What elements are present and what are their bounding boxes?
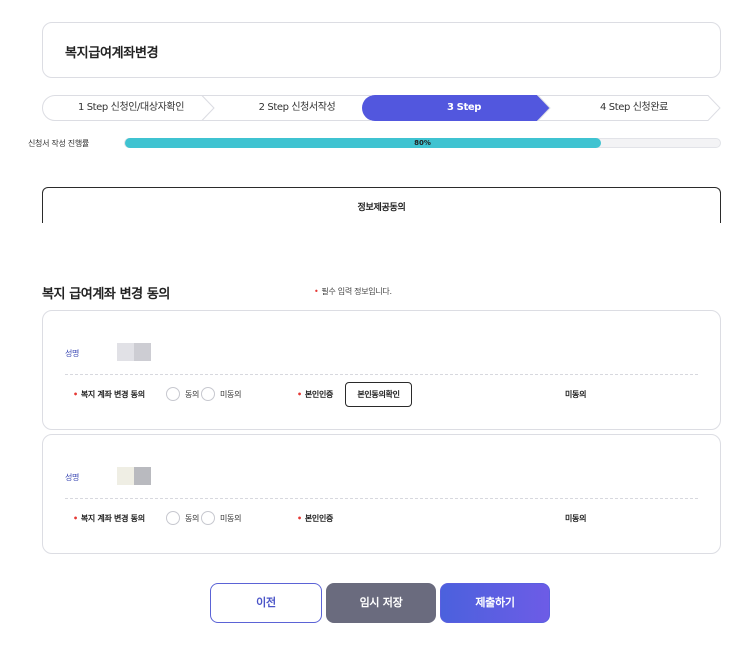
required-dot: • — [297, 390, 302, 399]
required-note: • 필수 입력 정보입니다. — [314, 286, 392, 297]
masked-name — [117, 467, 151, 485]
name-label: 성명 — [65, 473, 80, 482]
identity-label-text: 본인인증 — [304, 514, 334, 523]
required-dot: • — [297, 514, 302, 523]
disagree-radio[interactable] — [201, 387, 215, 401]
identity-label: • 본인인증 — [297, 513, 333, 524]
person-consent-card: 성명 • 복지 계좌 변경 동의 동의 미동의 • 본인인증 본인동의확인 미동의 — [42, 310, 721, 430]
page-title-card: 복지급여계좌변경 — [42, 22, 721, 78]
required-dot: • — [314, 287, 319, 296]
prev-button[interactable]: 이전 — [210, 583, 322, 623]
agree-radio[interactable] — [166, 511, 180, 525]
verify-consent-button[interactable]: 본인동의확인 — [345, 382, 412, 407]
name-label: 성명 — [65, 349, 80, 358]
consent-section-title: 복지 급여계좌 변경 동의 — [42, 287, 170, 302]
required-note-text: 필수 입력 정보입니다. — [321, 287, 392, 296]
identity-label-text: 본인인증 — [304, 390, 334, 399]
consent-status: 미동의 — [565, 390, 587, 399]
progress-text: 80% — [414, 139, 431, 147]
disagree-label[interactable]: 미동의 — [220, 513, 241, 524]
divider — [65, 498, 698, 499]
identity-label: • 본인인증 — [297, 389, 333, 400]
step-1: 1 Step 신청인/대상자확인 — [77, 102, 185, 113]
disagree-label[interactable]: 미동의 — [220, 389, 241, 400]
consent-row: • 복지 계좌 변경 동의 동의 미동의 • 본인인증 본인동의확인 미동의 — [43, 382, 720, 408]
agree-radio[interactable] — [166, 387, 180, 401]
step-3: 3 Step — [447, 102, 481, 113]
consent-label: • 복지 계좌 변경 동의 — [73, 389, 145, 400]
consent-label-text: 복지 계좌 변경 동의 — [80, 390, 145, 399]
consent-label: • 복지 계좌 변경 동의 — [73, 513, 145, 524]
required-dot: • — [73, 514, 78, 523]
agree-label[interactable]: 동의 — [185, 389, 199, 400]
consent-row: • 복지 계좌 변경 동의 동의 미동의 • 본인인증 미동의 — [43, 506, 720, 532]
step-2: 2 Step 신청서작성 — [258, 102, 336, 113]
masked-name — [117, 343, 151, 361]
submit-button[interactable]: 제출하기 — [440, 583, 550, 623]
step-indicator: 1 Step 신청인/대상자확인 2 Step 신청서작성 3 Step 4 S… — [42, 95, 721, 121]
page-title: 복지급여계좌변경 — [65, 46, 159, 61]
progress-label: 신청서 작성 진행률 — [28, 139, 89, 148]
consent-status: 미동의 — [565, 514, 587, 523]
person-consent-card: 성명 • 복지 계좌 변경 동의 동의 미동의 • 본인인증 미동의 — [42, 434, 721, 554]
step-4: 4 Step 신청완료 — [600, 102, 668, 113]
required-dot: • — [73, 390, 78, 399]
info-provision-section: 정보제공동의 — [42, 187, 721, 223]
agree-label[interactable]: 동의 — [185, 513, 199, 524]
disagree-radio[interactable] — [201, 511, 215, 525]
info-provision-label: 정보제공동의 — [357, 203, 406, 213]
temp-save-button[interactable]: 임시 저장 — [326, 583, 436, 623]
progress-bar: 80% — [124, 138, 721, 148]
divider — [65, 374, 698, 375]
consent-label-text: 복지 계좌 변경 동의 — [80, 514, 145, 523]
